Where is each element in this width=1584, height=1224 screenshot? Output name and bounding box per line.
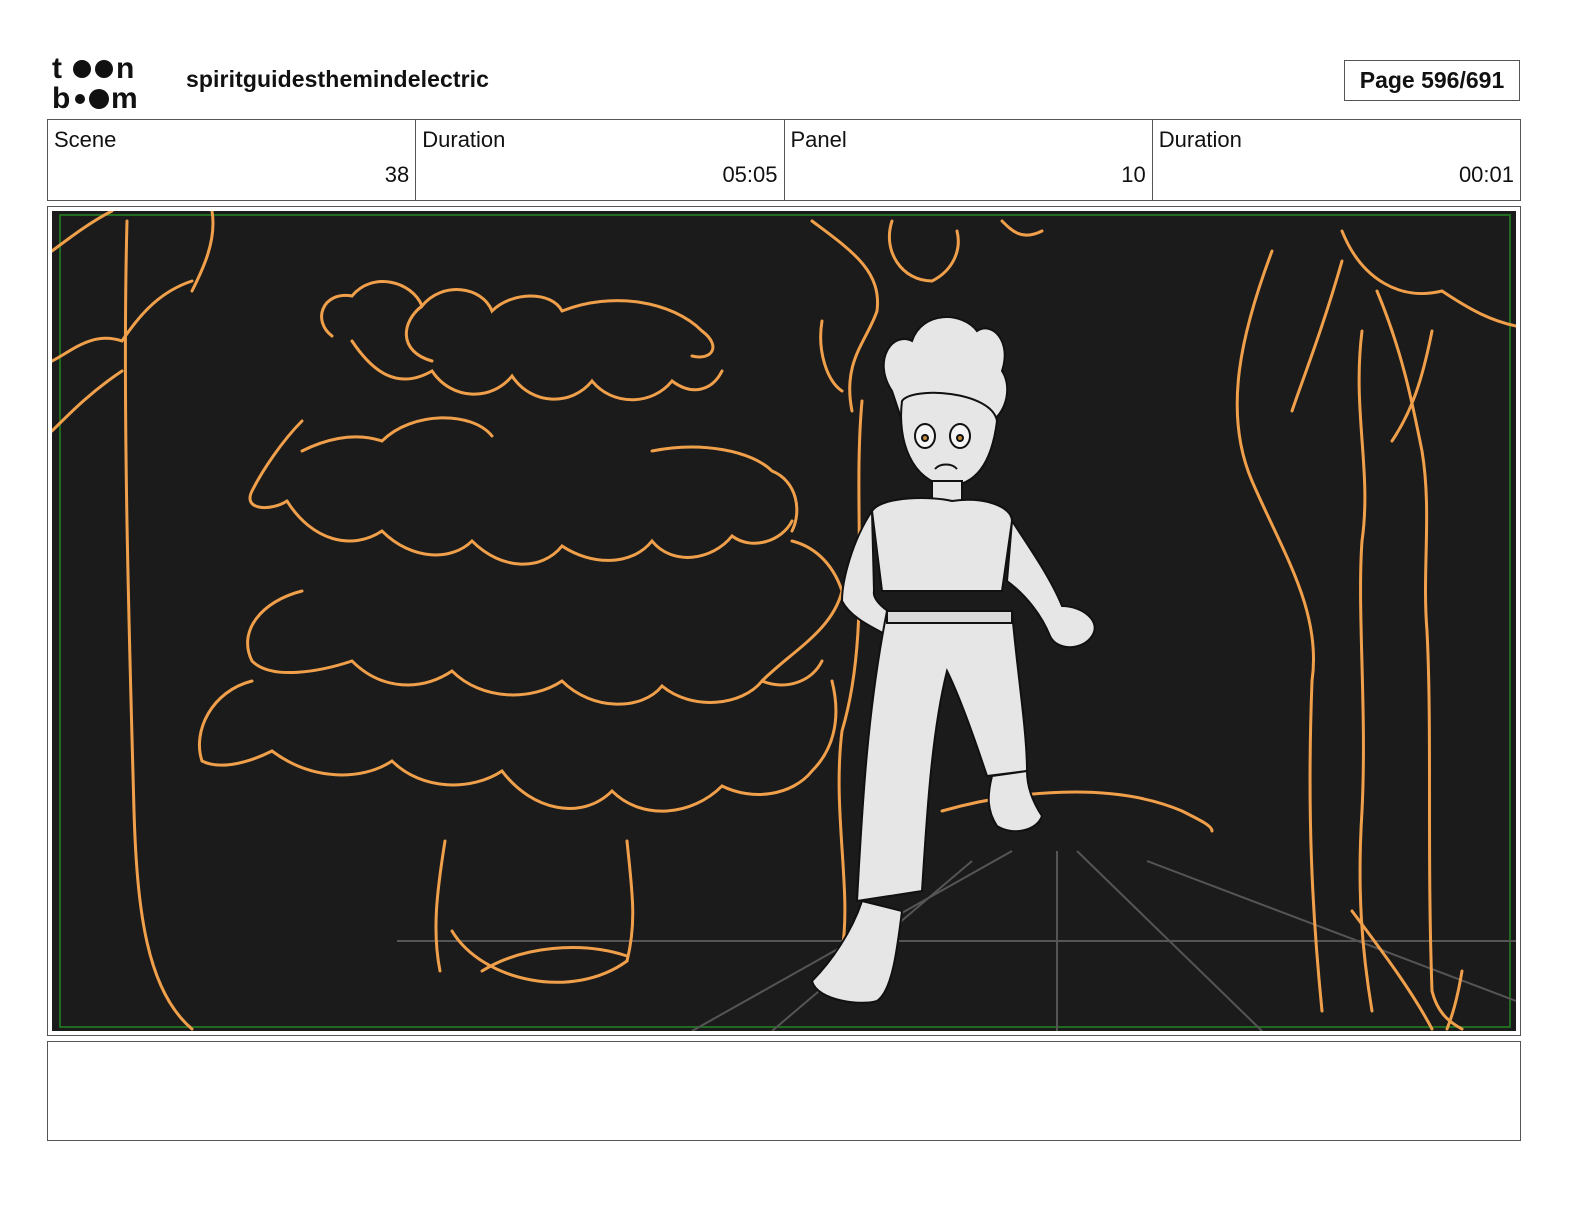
panel-duration-label: Duration (1158, 127, 1242, 152)
panel-duration-cell: Duration 00:01 (1153, 120, 1520, 200)
logo-dot (73, 60, 91, 78)
scene-duration-cell: Duration 05:05 (416, 120, 785, 200)
page-number: Page 596/691 (1344, 60, 1520, 101)
panel-label: Panel (790, 127, 847, 152)
logo-word-bottom: b (52, 82, 70, 112)
scene-info-table: Scene 38 Duration 05:05 Panel 10 Duratio… (47, 119, 1521, 201)
logo-dot (95, 60, 113, 78)
panel-caption-box (47, 1041, 1521, 1141)
project-title: spiritguidesthemindelectric (186, 66, 490, 92)
logo-dot (89, 89, 109, 109)
panel-value: 10 (1121, 162, 1146, 187)
scene-label: Scene (54, 127, 117, 152)
scene-duration-label: Duration (422, 127, 506, 152)
panel-cell: Panel 10 (785, 120, 1153, 200)
logo-word-bottom: m (111, 82, 138, 112)
logo-dot (75, 94, 85, 104)
panel-drawing (52, 211, 1516, 1031)
scene-duration-value: 05:05 (722, 162, 778, 187)
scene-cell: Scene 38 (48, 120, 417, 200)
storyboard-panel (47, 206, 1521, 1036)
panel-background (52, 211, 1516, 1031)
logo-word-top: n (116, 52, 134, 85)
panel-duration-value: 00:01 (1458, 162, 1514, 187)
toon-boom-logo: t n b m (52, 52, 138, 112)
scene-value: 38 (384, 162, 410, 187)
logo-word-top: t (52, 52, 62, 85)
